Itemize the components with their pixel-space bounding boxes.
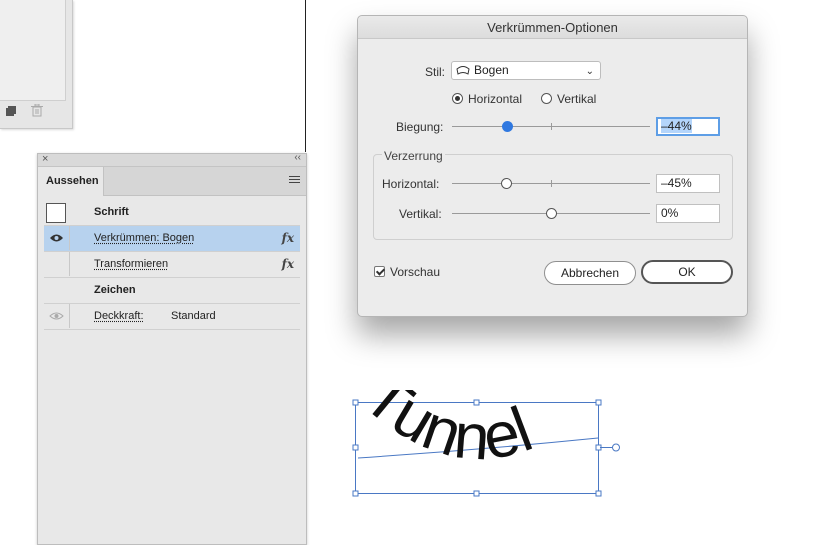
row-deckkraft[interactable]: Deckkraft: Standard bbox=[44, 304, 300, 330]
radio-vertikal-label[interactable]: Vertikal bbox=[557, 92, 596, 106]
eye-icon bbox=[49, 312, 64, 320]
vorschau-checkbox[interactable] bbox=[374, 266, 385, 277]
verz-vertikal-slider-knob[interactable] bbox=[545, 208, 557, 219]
opacity-value: Standard bbox=[171, 310, 216, 322]
stil-label: Stil: bbox=[425, 65, 446, 79]
stil-select[interactable]: Bogen ⌄ bbox=[451, 61, 601, 80]
warp-options-dialog: Verkrümmen-Optionen Stil: Bogen ⌄ Horizo… bbox=[357, 15, 748, 317]
visibility-toggle[interactable] bbox=[44, 304, 70, 328]
layers-panel-partial bbox=[0, 0, 73, 129]
row-label: Zeichen bbox=[94, 284, 136, 296]
cancel-button[interactable]: Abbrechen bbox=[544, 261, 636, 285]
biegung-center-tick bbox=[551, 123, 552, 130]
arc-style-icon bbox=[456, 66, 470, 75]
appearance-list: Schrift Verkrümmen: Bogen fx Transformie… bbox=[44, 200, 300, 330]
row-verkruemmen[interactable]: Verkrümmen: Bogen fx bbox=[44, 226, 300, 252]
eye-icon bbox=[50, 234, 63, 242]
row-label[interactable]: Transformieren bbox=[94, 252, 168, 276]
verz-vertikal-input[interactable]: 0% bbox=[656, 204, 720, 223]
stil-value: Bogen bbox=[474, 63, 509, 77]
trash-icon[interactable] bbox=[31, 104, 43, 117]
panel-content-area bbox=[0, 0, 66, 101]
close-icon[interactable]: × bbox=[42, 153, 48, 165]
fx-icon[interactable]: fx bbox=[282, 226, 294, 250]
visibility-toggle[interactable] bbox=[44, 226, 70, 250]
collapse-icon[interactable]: ‹‹ bbox=[294, 152, 301, 163]
tab-aussehen[interactable]: Aussehen bbox=[38, 167, 104, 196]
biegung-slider-knob[interactable] bbox=[501, 121, 513, 132]
artboard-edge bbox=[305, 0, 306, 152]
row-label[interactable]: Deckkraft: bbox=[94, 304, 144, 328]
warped-text: Tunnel bbox=[351, 390, 541, 474]
verzerrung-title: Verzerrung bbox=[382, 149, 445, 163]
dialog-title: Verkrümmen-Optionen bbox=[358, 16, 747, 39]
panel-menu-icon[interactable] bbox=[289, 176, 300, 185]
panel-titlebar: × ‹‹ bbox=[38, 152, 306, 167]
radio-horizontal-label[interactable]: Horizontal bbox=[468, 92, 522, 106]
verz-horizontal-label: Horizontal: bbox=[382, 177, 440, 191]
biegung-label: Biegung: bbox=[396, 120, 444, 134]
fx-icon[interactable]: fx bbox=[282, 252, 294, 276]
verz-horizontal-slider-knob[interactable] bbox=[500, 178, 512, 189]
radio-vertikal[interactable] bbox=[541, 93, 552, 104]
verz-horizontal-center-tick bbox=[551, 180, 552, 187]
verzerrung-group bbox=[373, 154, 733, 240]
warped-text-object[interactable]: Tunnel bbox=[340, 359, 640, 505]
row-label[interactable]: Verkrümmen: Bogen bbox=[94, 226, 194, 250]
row-label: Schrift bbox=[94, 206, 129, 218]
radio-horizontal[interactable] bbox=[452, 93, 463, 104]
panel-tabbar: Aussehen bbox=[38, 167, 306, 196]
ok-button[interactable]: OK bbox=[641, 260, 733, 284]
verz-horizontal-input[interactable]: –45% bbox=[656, 174, 720, 193]
row-transformieren[interactable]: Transformieren fx bbox=[44, 252, 300, 278]
vorschau-label[interactable]: Vorschau bbox=[390, 265, 440, 279]
text-port-icon[interactable] bbox=[612, 443, 620, 452]
row-zeichen[interactable]: Zeichen bbox=[44, 278, 300, 304]
color-swatch[interactable] bbox=[46, 203, 66, 223]
row-schrift[interactable]: Schrift bbox=[44, 200, 300, 226]
visibility-toggle[interactable] bbox=[44, 252, 70, 276]
chevron-down-icon: ⌄ bbox=[585, 66, 594, 77]
verz-vertikal-label: Vertikal: bbox=[399, 207, 442, 221]
new-layer-icon[interactable] bbox=[6, 106, 16, 116]
appearance-panel: × ‹‹ Aussehen Schrift Verkrümmen: Bogen … bbox=[37, 152, 307, 545]
biegung-input[interactable]: –44% bbox=[656, 117, 720, 136]
